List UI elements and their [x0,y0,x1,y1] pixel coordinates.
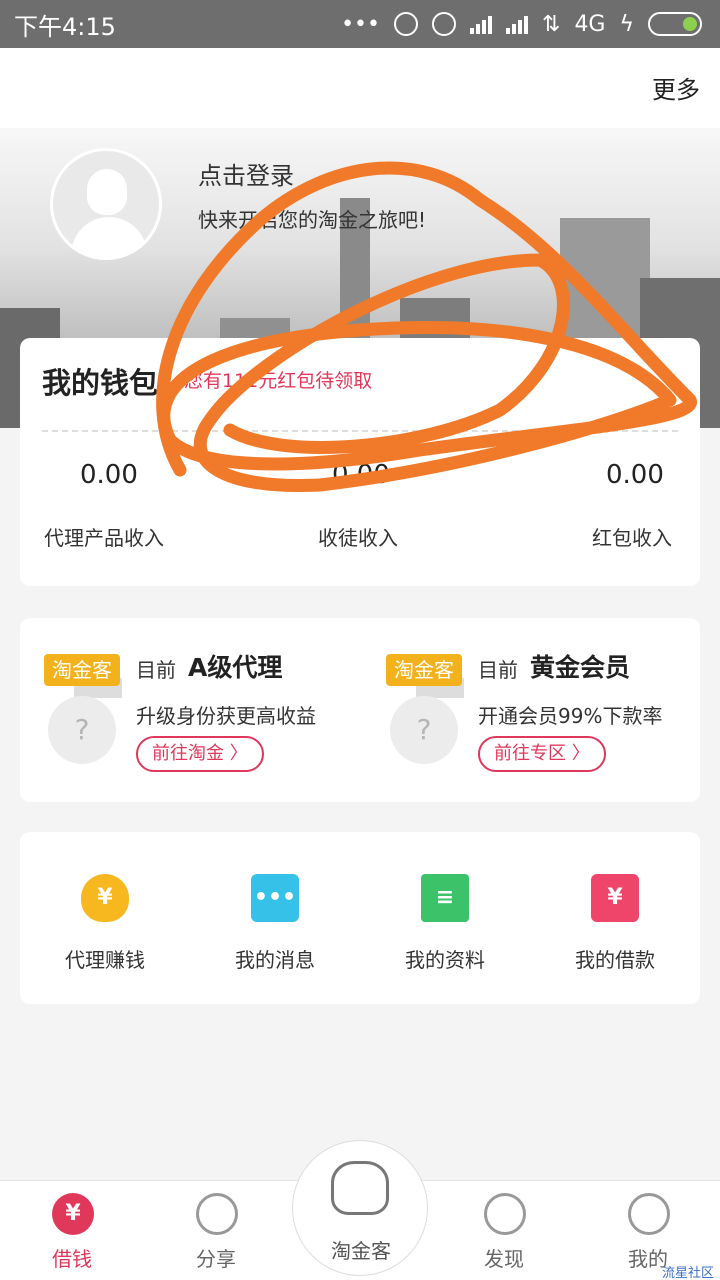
status-bar: 下午4:15 ••• ⇅ 4G ϟ [0,0,720,48]
redpack-income-value: 0.00 [606,460,664,490]
disciple-income-value: 0.00 [332,460,390,490]
signal-icon-2 [506,14,528,34]
status-time: 下午4:15 [14,12,116,41]
user-icon [628,1193,670,1235]
go-zone-button[interactable]: 前往专区 〉 [478,736,606,772]
agent-desc: 升级身份获更高收益 [136,704,316,728]
divider [42,430,678,432]
chat-icon: ••• [251,874,299,922]
yen-icon: ¥ [52,1193,94,1235]
membership-card: 淘金客 ? 目前 A级代理 升级身份获更高收益 前往淘金 〉 淘金客 ? 目前 … [20,618,700,802]
member-level: 黄金会员 [530,653,631,682]
nav-discover-label: 发现 [484,1247,524,1271]
go-taojin-button[interactable]: 前往淘金 〉 [136,736,264,772]
agent-level: A级代理 [188,653,283,682]
alarm-icon [432,12,456,36]
current-prefix: 目前 [478,658,518,682]
member-desc: 开通会员99%下款率 [478,704,663,728]
watermark: 流星社区 [661,1266,714,1280]
nav-discover[interactable]: 发现 [444,1181,564,1280]
network-type: 4G [574,11,606,37]
hotspot-icon [394,12,418,36]
wallet-title: 我的钱包 [42,366,159,400]
document-icon: ≡ [421,874,469,922]
my-loans-label: 我的借款 [575,948,655,972]
redpack-notice[interactable]: 您有111元红包待领取 [184,366,372,393]
money-bag-icon: ¥ [81,874,129,922]
member-level-icon: ? [390,696,458,764]
avatar-body [71,217,147,257]
current-prefix: 目前 [136,658,176,682]
data-arrows-icon: ⇅ [542,11,561,37]
eye-icon [484,1193,526,1235]
taojinke-badge: 淘金客 [386,654,462,686]
agent-earn-label: 代理赚钱 [65,948,145,972]
nav-share[interactable]: 分享 [156,1181,276,1280]
header-bar [0,48,720,128]
more-button[interactable]: 更多 [652,70,700,105]
nav-borrow-label: 借钱 [52,1247,92,1271]
nav-share-label: 分享 [196,1247,236,1271]
my-messages-label: 我的消息 [235,948,315,972]
login-subtitle: 快来开启您的淘金之旅吧! [198,208,427,232]
redpack-income-label: 红包收入 [592,526,672,550]
agent-level-icon: ? [48,696,116,764]
agent-income-value: 0.00 [80,460,138,490]
nav-taojinke-label: 淘金客 [331,1239,391,1263]
money-bag-icon [331,1161,389,1215]
battery-icon [648,12,702,36]
taojinke-badge: 淘金客 [44,654,120,686]
login-link[interactable]: 点击登录 [198,156,294,191]
avatar[interactable] [50,148,162,260]
my-profile-label: 我的资料 [405,948,485,972]
quick-actions: ¥ 代理赚钱 ••• 我的消息 ≡ 我的资料 ¥ 我的借款 [20,832,700,1004]
nav-borrow[interactable]: ¥ 借钱 [12,1181,132,1280]
share-icon [196,1193,238,1235]
avatar-head [87,169,127,215]
more-dots-icon: ••• [341,11,380,37]
nav-taojinke[interactable]: 淘金客 [292,1140,428,1276]
calendar-yen-icon: ¥ [591,874,639,922]
disciple-income-label: 收徒收入 [318,526,398,550]
wallet-card: 我的钱包 您有111元红包待领取 0.00 代理产品收入 0.00 收徒收入 0… [20,338,700,586]
signal-icon [470,14,492,34]
charging-icon: ϟ [619,11,634,37]
agent-income-label: 代理产品收入 [44,526,164,550]
status-icons: ••• ⇅ 4G ϟ [341,12,702,37]
